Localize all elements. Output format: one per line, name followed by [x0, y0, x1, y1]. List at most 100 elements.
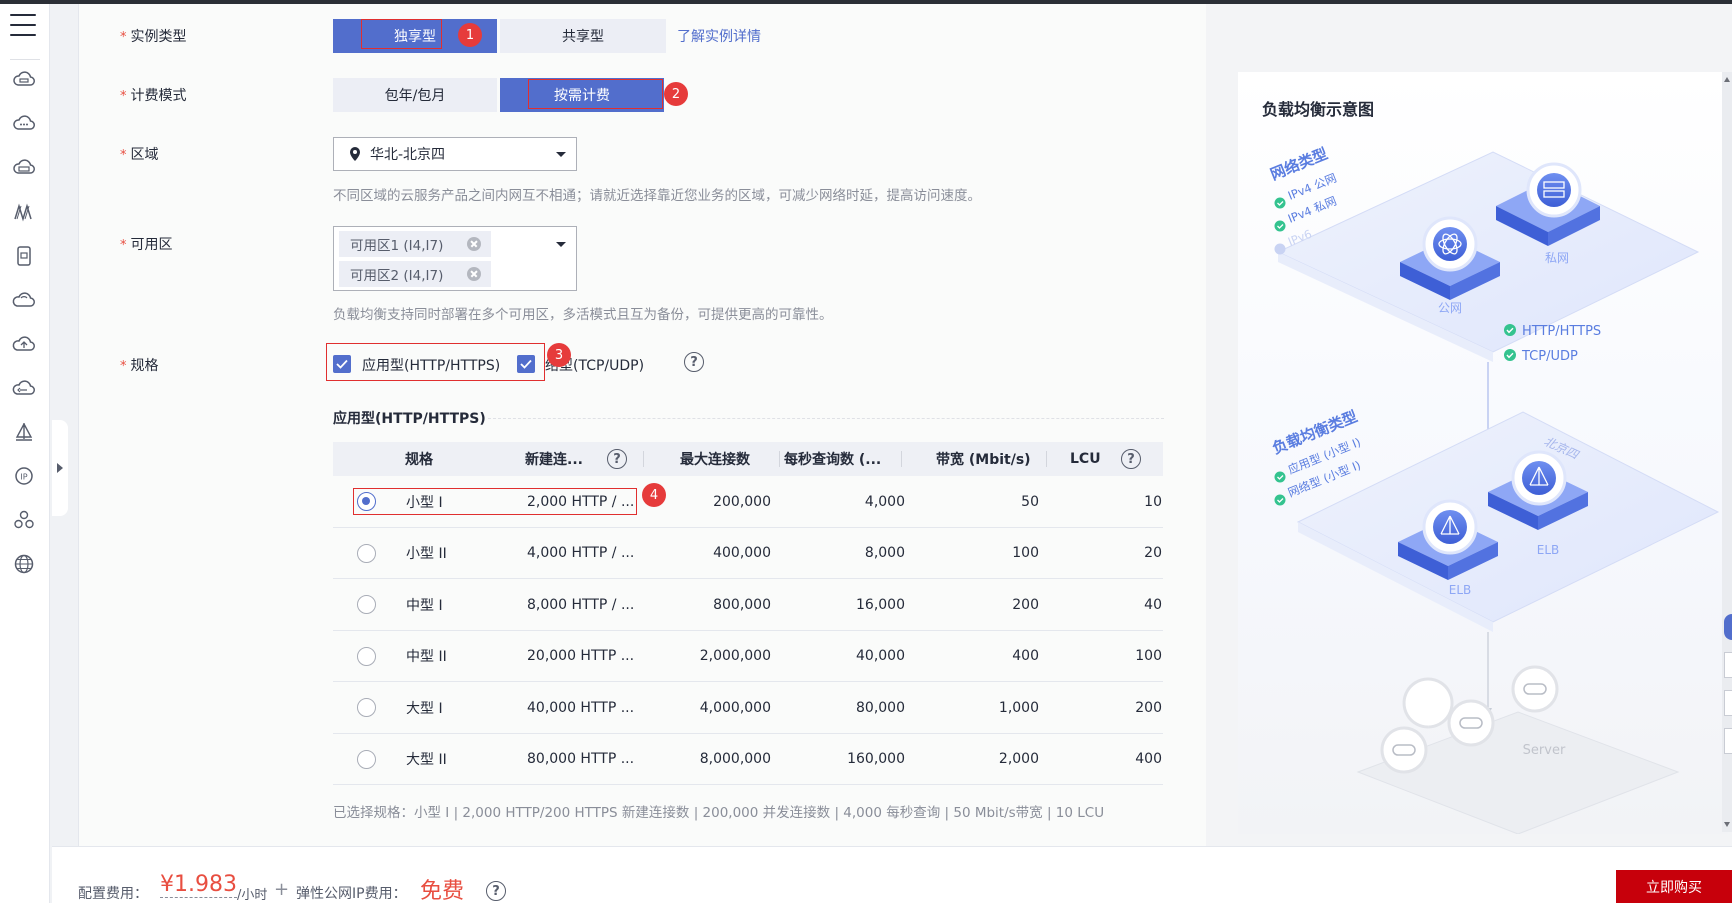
region-hint: 不同区域的云服务产品之间内网互不相通；请就近选择靠近您业务的区域，可减少网络时延…: [333, 188, 981, 204]
globe-icon[interactable]: [11, 552, 37, 576]
cell-lcu: 10: [1144, 493, 1162, 510]
lcu-help-icon[interactable]: ?: [1121, 449, 1141, 469]
check-icon: [520, 359, 532, 369]
required-mark: *: [120, 148, 127, 163]
app-type-checkbox[interactable]: [333, 355, 351, 373]
fee-help-icon[interactable]: ?: [486, 881, 506, 901]
cell-bandwidth: 2,000: [998, 751, 1039, 767]
network-type-checkbox[interactable]: [517, 355, 535, 373]
cluster-icon[interactable]: [11, 508, 37, 532]
required-mark: *: [120, 359, 127, 374]
cell-spec: 大型 II: [406, 752, 447, 768]
config-fee-price[interactable]: ¥1.983: [160, 873, 237, 898]
cell-max-conn: 2,000,000: [699, 648, 771, 664]
spec-radio[interactable]: [357, 492, 376, 511]
instance-detail-link[interactable]: 了解实例详情: [677, 26, 761, 46]
spec-radio[interactable]: [357, 543, 376, 563]
spec-radio[interactable]: [357, 749, 376, 769]
cell-new-conn: 40,000 HTTP ...: [527, 699, 635, 716]
region-select[interactable]: 华北-北京四: [333, 137, 577, 171]
public-label: 公网: [1438, 301, 1462, 315]
table-row[interactable]: 大型 I 40,000 HTTP ... 4,000,000 80,000 1,…: [333, 682, 1163, 734]
cell-lcu: 100: [1135, 648, 1162, 664]
remove-chip-icon[interactable]: [467, 267, 481, 281]
private-label: 私网: [1545, 251, 1569, 265]
cell-new-conn: 2,000 HTTP / ...: [527, 493, 635, 510]
cell-spec: 小型 II: [406, 546, 447, 562]
az-hint: 负载均衡支持同时部署在多个可用区，多活模式且互为备份，可提供更高的可靠性。: [333, 307, 833, 323]
cell-new-conn: 8,000 HTTP / ...: [527, 596, 635, 613]
floating-service-button[interactable]: [1724, 614, 1732, 640]
new-conn-help-icon[interactable]: ?: [607, 449, 627, 469]
cloud-swap-icon[interactable]: [11, 376, 37, 400]
region-value: 华北-北京四: [370, 147, 446, 163]
cell-new-conn: 20,000 HTTP ...: [527, 648, 635, 664]
cell-lcu: 400: [1135, 751, 1162, 767]
table-row[interactable]: 小型 II 4,000 HTTP / ... 400,000 8,000 100…: [333, 528, 1163, 579]
spec-label: * 规格: [120, 358, 159, 374]
scroll-down-icon[interactable]: [1724, 822, 1730, 827]
annotation-badge-2: 2: [664, 82, 688, 106]
cloud-upload-icon[interactable]: [11, 332, 37, 356]
spec-table: 规格 新建连... ? 最大连接数 每秒查询数 (... 带宽 (Mbit/s)…: [333, 442, 1163, 785]
cell-spec: 大型 I: [406, 700, 443, 717]
spec-help-icon[interactable]: ?: [684, 352, 704, 372]
table-row[interactable]: 大型 II 80,000 HTTP ... 8,000,000 160,000 …: [333, 734, 1163, 785]
sidebar-expand-toggle[interactable]: [52, 420, 68, 516]
table-row[interactable]: 中型 I 8,000 HTTP / ... 800,000 16,000 200…: [333, 579, 1163, 631]
chevron-right-icon: [57, 463, 63, 473]
remove-chip-icon[interactable]: [467, 237, 481, 251]
sidebar-divider: [10, 59, 40, 60]
column-separator: [901, 451, 902, 467]
col-max-conn: 最大连接数: [680, 452, 750, 468]
az-chip: 可用区2 (I4,I7): [339, 261, 491, 287]
cell-new-conn: 4,000 HTTP / ...: [527, 545, 635, 561]
storage-icon[interactable]: [11, 156, 37, 180]
cell-qps: 16,000: [856, 596, 905, 613]
scroll-up-icon[interactable]: [1724, 77, 1730, 82]
cell-bandwidth: 50: [1021, 493, 1039, 510]
cell-qps: 160,000: [847, 751, 905, 767]
billing-mode-label: * 计费模式: [120, 88, 187, 104]
floating-tool-button[interactable]: [1724, 652, 1732, 678]
instance-type-shared-button[interactable]: 共享型: [500, 19, 666, 53]
ip-icon[interactable]: IP: [11, 464, 37, 488]
annotation-badge-3: 3: [547, 343, 571, 367]
server-label: Server: [1523, 743, 1566, 758]
cell-lcu: 200: [1135, 699, 1162, 716]
database-icon[interactable]: [11, 244, 37, 268]
lb-diagram: 负载均衡示意图 网络类型 IPv4 公网 IPv4 私网 IPv6 公网 私网 …: [1238, 72, 1728, 834]
az-multiselect[interactable]: 可用区1 (I4,I7) 可用区2 (I4,I7): [333, 226, 577, 291]
eip-fee-value: 免费: [420, 879, 465, 903]
buy-now-button[interactable]: 立即购买: [1616, 870, 1732, 903]
cloud-icon[interactable]: [11, 112, 37, 136]
cell-bandwidth: 1,000: [998, 699, 1039, 716]
az-chip: 可用区1 (I4,I7): [339, 231, 491, 257]
billing-yearly-monthly-button[interactable]: 包年/包月: [333, 78, 497, 112]
table-row[interactable]: 小型 I 2,000 HTTP / ... 200,000 4,000 50 1…: [333, 476, 1163, 528]
app-type-label: 应用型(HTTP/HTTPS): [362, 358, 501, 374]
col-new-conn[interactable]: 新建连...: [525, 442, 583, 476]
cloud-outline-icon[interactable]: [11, 288, 37, 312]
ship-icon[interactable]: [11, 420, 37, 444]
cell-lcu: 20: [1144, 545, 1162, 561]
floating-tool-button[interactable]: [1724, 728, 1732, 754]
billing-on-demand-button[interactable]: 按需计费: [500, 78, 664, 112]
col-qps[interactable]: 每秒查询数 (...: [784, 442, 881, 476]
network-icon[interactable]: [11, 200, 37, 224]
floating-tool-button[interactable]: [1724, 690, 1732, 716]
cell-max-conn: 400,000: [713, 545, 771, 561]
spec-radio[interactable]: [357, 595, 376, 614]
chevron-down-icon: [556, 242, 566, 247]
spec-radio[interactable]: [357, 698, 376, 717]
cloud-server-icon[interactable]: [11, 68, 37, 92]
col-bandwidth: 带宽 (Mbit/s): [936, 452, 1031, 468]
cell-new-conn: 80,000 HTTP ...: [527, 751, 635, 767]
cell-max-conn: 8,000,000: [699, 751, 771, 767]
price-footer: 配置费用： ¥1.983 /小时 + 弹性公网IP费用： 免费 ?: [52, 846, 1732, 903]
menu-icon[interactable]: [10, 14, 36, 36]
spec-radio[interactable]: [357, 646, 376, 666]
table-row[interactable]: 中型 II 20,000 HTTP ... 2,000,000 40,000 4…: [333, 631, 1163, 682]
diagram-scrollbar[interactable]: [1722, 72, 1732, 832]
required-mark: *: [120, 30, 127, 45]
